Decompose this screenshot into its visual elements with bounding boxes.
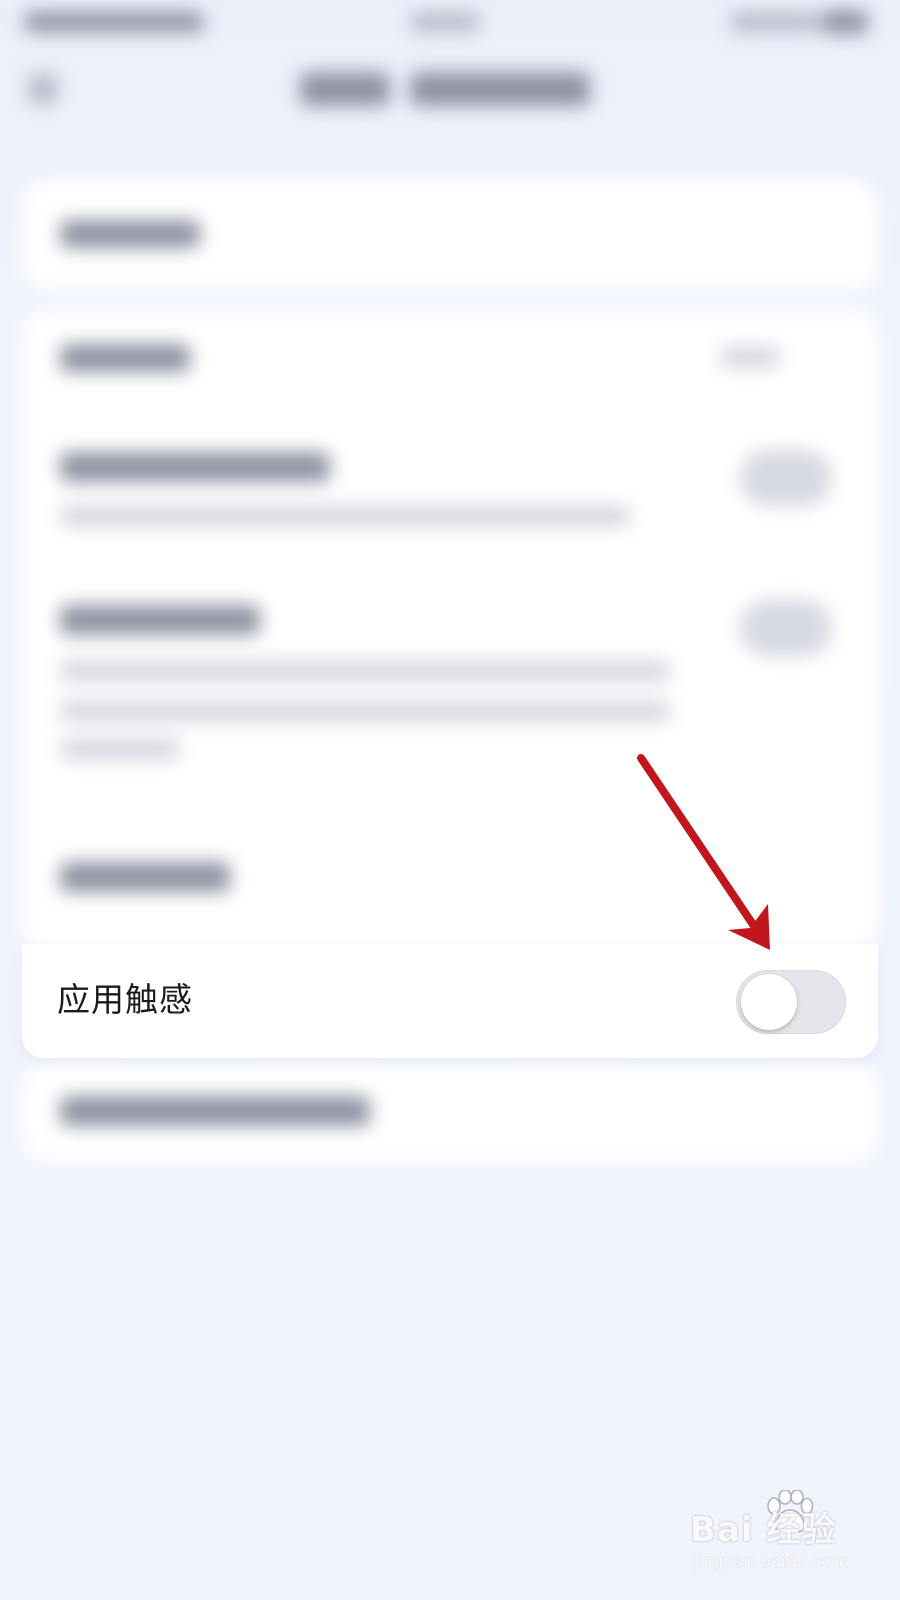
annotation-arrow-shaft xyxy=(637,754,762,936)
toggle-knob xyxy=(741,974,797,1030)
blurred-background xyxy=(0,0,900,1600)
haptics-toggle-switch[interactable] xyxy=(736,970,846,1034)
haptics-setting-label: 应用触感 xyxy=(57,980,193,1019)
watermark-brand: Bai 经验 xyxy=(690,1510,837,1550)
paw-icon xyxy=(767,1490,814,1533)
settings-screen: 应用触感 Bai 经验 jingyan.baidu.com xyxy=(0,0,900,1600)
watermark-url: jingyan.baidu.com xyxy=(692,1552,849,1572)
haptics-setting-row: 应用触感 xyxy=(22,944,878,1058)
annotation-arrow xyxy=(637,754,770,950)
baidu-jingyan-watermark: Bai 经验 jingyan.baidu.com xyxy=(686,1490,886,1584)
